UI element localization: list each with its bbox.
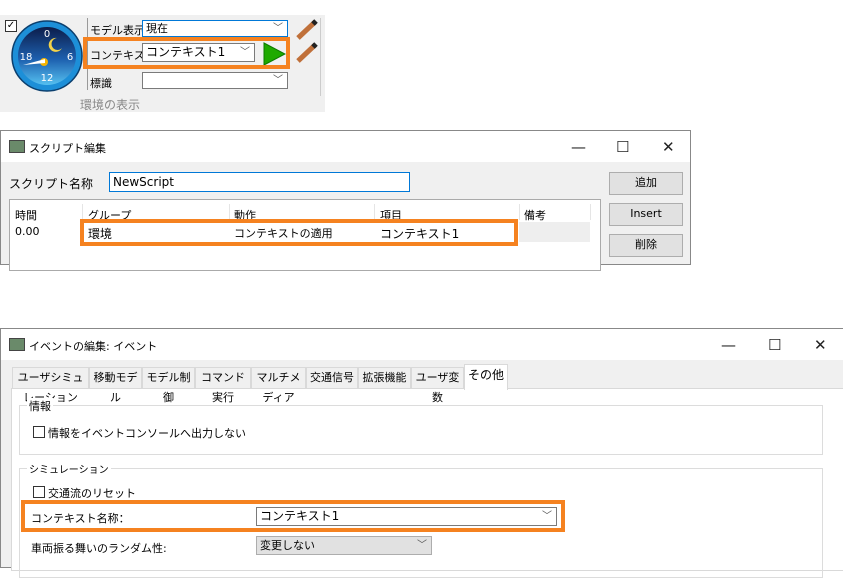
minimize-button[interactable]: — [721, 336, 736, 354]
model-display-value: 現在 [146, 22, 168, 35]
window-title: スクリプト編集 [29, 142, 106, 155]
maximize-button[interactable]: ☐ [768, 336, 781, 354]
column-header[interactable]: 時間 [15, 207, 37, 223]
title-bar: スクリプト編集 — ☐ ✕ [1, 131, 690, 162]
column-header[interactable]: 備考 [524, 207, 546, 223]
chevron-down-icon: ﹀ [273, 75, 283, 86]
pencil-icon[interactable] [295, 19, 319, 41]
highlight-box [21, 500, 565, 532]
clock-number: 18 [20, 52, 33, 63]
highlight-box [80, 219, 518, 246]
minimize-button[interactable]: — [571, 138, 586, 156]
close-button[interactable]: ✕ [814, 336, 827, 354]
add-button[interactable]: 追加 [609, 172, 683, 195]
separator [320, 18, 321, 96]
tab-other[interactable]: その他 [464, 364, 508, 390]
maximize-button[interactable]: ☐ [616, 138, 629, 156]
chevron-down-icon: ﹀ [273, 23, 283, 34]
script-name-label: スクリプト名称 [9, 177, 94, 191]
app-icon [9, 338, 25, 351]
delete-button[interactable]: 削除 [609, 234, 683, 257]
tab-movement-model[interactable]: 移動モデル [89, 367, 142, 404]
randomness-value: 変更しない [260, 539, 315, 552]
event-window: イベントの編集: イベント — ☐ ✕ ユーザシミュレーション 移動モデル モデ… [0, 328, 843, 578]
sign-select[interactable]: ﹀ [142, 72, 288, 89]
clock-number: 0 [44, 29, 50, 40]
model-display-label: モデル表示 [90, 24, 145, 37]
group-title: 環境の表示 [80, 98, 141, 112]
randomness-select[interactable]: 変更しない ﹀ [256, 536, 432, 555]
cell-time: 0.00 [15, 225, 40, 238]
tab-user-variables[interactable]: ユーザ変数 [411, 367, 464, 404]
clock-number: 12 [41, 73, 54, 84]
tab-extensions[interactable]: 拡張機能 [358, 367, 411, 389]
tab-multimedia[interactable]: マルチメディア [251, 367, 306, 404]
chevron-down-icon: ﹀ [417, 540, 427, 551]
close-button[interactable]: ✕ [662, 138, 675, 156]
info-checkbox[interactable] [33, 426, 45, 438]
title-bar: イベントの編集: イベント — ☐ ✕ [1, 329, 843, 360]
tab-traffic-signal[interactable]: 交通信号 [306, 367, 358, 389]
simulation-group-label: シミュレーション [27, 461, 111, 476]
info-checkbox-label[interactable]: 情報をイベントコンソールへ出力しない [48, 425, 246, 441]
tab-command[interactable]: コマンド実行 [195, 367, 251, 404]
script-window: スクリプト編集 — ☐ ✕ スクリプト名称 NewScript 追加 Inser… [0, 130, 691, 271]
clock-number: 6 [67, 52, 73, 63]
clock-icon: 0 6 12 18 [11, 20, 83, 92]
window-title: イベントの編集: イベント [29, 340, 158, 353]
script-name-input[interactable]: NewScript [109, 172, 410, 192]
script-name-value: NewScript [113, 175, 174, 189]
reset-checkbox[interactable] [33, 486, 45, 498]
table-header: 時間 グループ 動作 項目 備考 [10, 204, 591, 223]
pencil-icon[interactable] [295, 42, 319, 64]
tab-model-control[interactable]: モデル制御 [142, 367, 195, 404]
info-group-label: 情報 [27, 398, 53, 414]
model-display-select[interactable]: 現在 ﹀ [142, 20, 288, 37]
insert-button[interactable]: Insert [609, 203, 683, 226]
highlight-box [83, 37, 290, 69]
tab-user-simulation[interactable]: ユーザシミュレーション [12, 367, 89, 404]
randomness-label: 車両振る舞いのランダム性: [31, 542, 167, 555]
reset-checkbox-label[interactable]: 交通流のリセット [48, 485, 136, 501]
sign-label: 標識 [90, 77, 112, 90]
app-icon [9, 140, 25, 153]
